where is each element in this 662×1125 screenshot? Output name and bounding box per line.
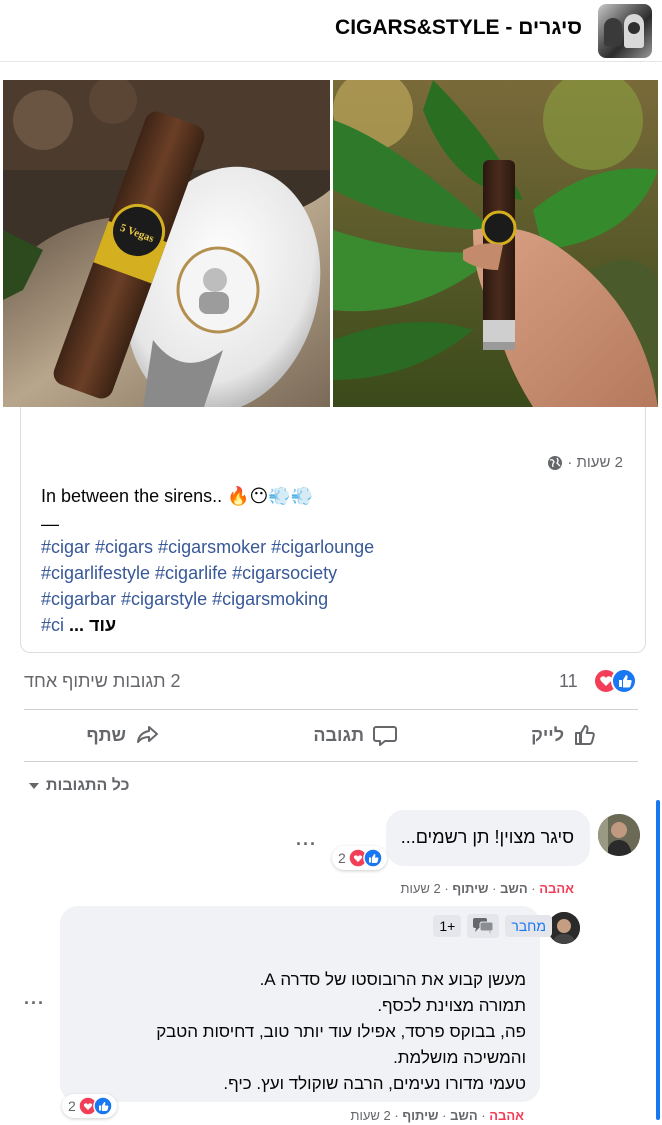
comment-reply-link[interactable]: השב <box>500 881 528 896</box>
comment-line: והמשיכה מושלמת. <box>393 1048 526 1067</box>
like-label: לייק <box>531 724 564 745</box>
hashtag-line[interactable]: #cigar #cigars #cigarsmoker #cigarlounge <box>41 534 461 560</box>
comment-bubble: סיגר מצוין! תן רשמים... <box>386 810 590 866</box>
comment-line: פה, בבוקס פרסד, אפילו עוד יותר טוב, דחיס… <box>156 1022 526 1041</box>
comment-love-link[interactable]: אהבה <box>489 1108 524 1123</box>
comment-reactions[interactable]: 2 <box>62 1094 117 1118</box>
photo-cigar-hand[interactable] <box>333 80 658 407</box>
globe-icon <box>548 455 563 470</box>
post-text: In between the sirens.. 🔥😶💨💨 <box>41 486 314 506</box>
comment-line: מעשן קבוע את הרובוסטו של סדרה A. <box>259 970 526 989</box>
like-button[interactable]: לייק <box>531 722 598 748</box>
thumbs-up-icon <box>575 725 595 745</box>
divider <box>24 761 638 762</box>
comment-share-link[interactable]: שיתוף <box>452 881 488 896</box>
plus-badge[interactable]: +1 <box>433 915 462 937</box>
comment-time[interactable]: 2 שעות <box>351 1108 391 1123</box>
share-label: שתף <box>86 724 126 745</box>
post-actions: לייק תגובה שתף <box>24 712 638 760</box>
group-header: סיגרים - CIGARS&STYLE <box>0 0 662 62</box>
author-badges: מחבר +1 <box>433 914 552 938</box>
comment-label: תגובה <box>313 724 364 745</box>
reaction-count[interactable]: 11 <box>559 671 578 692</box>
author-reply-avatar[interactable] <box>548 912 580 944</box>
comments-filter-label: כל התגובות <box>46 777 130 794</box>
post-body: 2 שעות · In between the sirens.. 🔥😶💨💨 — … <box>20 407 646 653</box>
reaction-icons[interactable] <box>592 667 638 695</box>
like-love-icon <box>78 1096 113 1116</box>
group-avatar[interactable] <box>598 4 652 58</box>
hashtag-line[interactable]: #cigarlifestyle #cigarlife #cigarsociety <box>41 560 461 586</box>
scrollbar[interactable] <box>656 800 660 1120</box>
divider <box>24 709 638 710</box>
comment-line: טעמי מדורו נעימים, הרבה שוקולד ועץ. כיף. <box>223 1074 526 1093</box>
group-title[interactable]: סיגרים - CIGARS&STYLE <box>335 16 582 40</box>
post-meta: 2 שעות · <box>547 454 623 471</box>
comments-shares-count[interactable]: 2 תגובות שיתוף אחד <box>24 671 181 692</box>
see-more-line: #ci ... עוד <box>41 612 116 638</box>
share-icon <box>137 726 158 743</box>
comment-reaction-count: 2 <box>68 1098 76 1114</box>
comment-reply-link[interactable]: השב <box>450 1108 478 1123</box>
commenter-avatar[interactable] <box>598 814 640 856</box>
comment-text: סיגר מצוין! תן רשמים... <box>400 827 574 847</box>
author-badge[interactable]: מחבר <box>505 915 552 937</box>
comment-text: מעשן קבוע את הרובוסטו של סדרה A. תמורה מ… <box>106 967 526 1097</box>
like-icon <box>611 668 637 694</box>
comment-reaction-count: 2 <box>338 850 346 866</box>
caret-down-icon <box>29 783 39 789</box>
like-love-icon <box>348 848 383 868</box>
comment-time[interactable]: 2 שעות <box>401 881 441 896</box>
comment-options-icon[interactable]: ··· <box>296 834 317 855</box>
comment-icon <box>373 726 397 746</box>
truncated-hashtag[interactable]: #ci <box>41 615 64 635</box>
photo-cigar-ashtray[interactable]: 5 Vegas <box>3 80 330 407</box>
comment-options-icon[interactable]: ··· <box>24 993 45 1014</box>
see-more-link[interactable]: ... עוד <box>69 615 116 635</box>
hashtag-line[interactable]: #cigarbar #cigarstyle #cigarsmoking <box>41 586 461 612</box>
comment-reactions[interactable]: 2 <box>332 846 387 870</box>
comment-line: תמורה מצוינת לכסף. <box>377 996 526 1015</box>
chat-badge-icon[interactable] <box>467 914 500 938</box>
hashtags: #cigar #cigars #cigarsmoker #cigarlounge… <box>41 534 461 612</box>
comment-love-link[interactable]: אהבה <box>539 881 574 896</box>
reactions-bar: 2 תגובות שיתוף אחד 11 <box>24 665 638 699</box>
comment-actions: אהבה · השב · שיתוף · 2 שעות <box>400 881 575 896</box>
comments-filter[interactable]: כל התגובות <box>28 777 129 795</box>
comment-button[interactable]: תגובה <box>313 722 398 748</box>
post-photos: 5 Vegas <box>3 80 658 407</box>
comment-actions: אהבה · השב · שיתוף · 2 שעות <box>350 1108 525 1123</box>
comment-share-link[interactable]: שיתוף <box>402 1108 438 1123</box>
post-time[interactable]: 2 שעות · <box>567 454 623 471</box>
share-button[interactable]: שתף <box>86 722 160 748</box>
